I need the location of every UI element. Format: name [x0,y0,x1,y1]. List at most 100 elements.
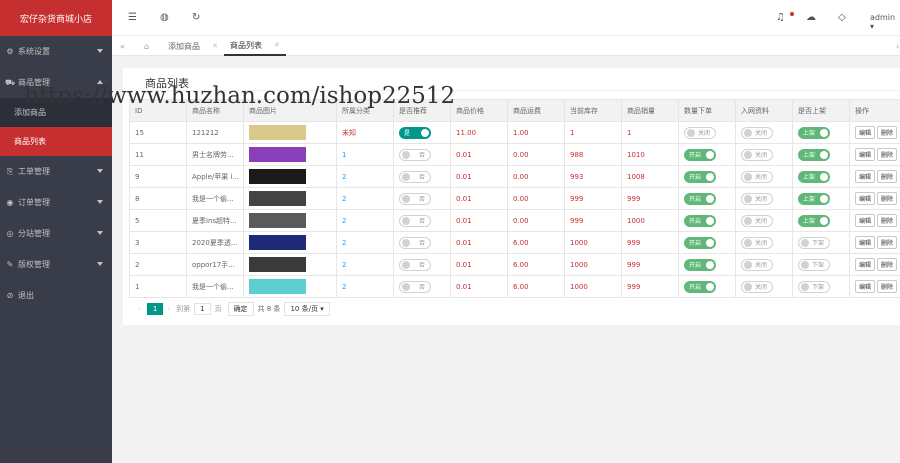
per-page-select[interactable]: 10 条/页 ▾ [284,302,330,316]
toggle-switch[interactable]: 上架 [798,170,830,183]
toggle-switch[interactable]: 关闭 [741,126,774,139]
toggle-switch[interactable]: 开启 [684,170,716,183]
table-cell: 1010 [621,143,679,166]
toggle-switch[interactable]: 否 [399,236,431,249]
edit-button[interactable]: 编辑 [855,236,876,249]
table-cell: 关闭 [735,231,793,254]
delete-button[interactable]: 删除 [877,148,898,161]
sidebar-subitem-1[interactable]: 商品列表 [0,127,112,156]
table-cell: 6.00 [507,231,565,254]
edit-button[interactable]: 编辑 [855,258,876,271]
menu-icon[interactable]: ☰ [128,12,137,23]
edit-button[interactable]: 编辑 [855,280,876,293]
user-menu[interactable]: admin ▾ [870,13,900,31]
edit-button[interactable]: 编辑 [855,192,876,205]
sidebar-item-5[interactable]: ✎ 版权管理 [0,249,112,280]
edit-button[interactable]: 编辑 [855,214,876,227]
product-thumbnail[interactable] [249,213,306,228]
delete-button[interactable]: 删除 [877,192,898,205]
toggle-switch[interactable]: 关闭 [741,236,774,249]
toggle-switch[interactable]: 关闭 [741,214,774,227]
close-icon[interactable]: ✕ [274,41,280,49]
delete-button[interactable]: 删除 [877,170,898,183]
delete-button[interactable]: 删除 [877,258,898,271]
theme-icon[interactable]: ☁ [806,12,816,23]
toggle-switch[interactable]: 关闭 [741,280,774,293]
cell-shipping: 0.00 [513,150,529,159]
toggle-switch[interactable]: 关闭 [741,148,774,161]
sidebar-item-4[interactable]: ◎ 分站管理 [0,218,112,249]
product-thumbnail[interactable] [249,169,306,184]
toggle-switch[interactable]: 关闭 [684,126,717,139]
toggle-switch[interactable]: 开启 [684,192,716,205]
toggle-label: 开启 [689,284,702,291]
page-current[interactable]: 1 [146,303,164,315]
toggle-switch[interactable]: 关闭 [741,192,774,205]
toggle-switch[interactable]: 否 [399,214,431,227]
sidebar-item-1[interactable]: ⛟ 商品管理 [0,67,112,98]
product-thumbnail[interactable] [249,191,306,206]
tab-add-product[interactable]: 添加商品 ✕ [162,36,224,56]
toggle-label: 开启 [689,152,702,159]
toggle-switch[interactable]: 否 [399,280,431,293]
delete-button[interactable]: 删除 [877,126,898,139]
next-page-icon[interactable]: › [167,305,170,313]
edit-button[interactable]: 编辑 [855,148,876,161]
refresh-icon[interactable]: ↻ [192,12,200,23]
toggle-switch[interactable]: 开启 [684,214,716,227]
sidebar-subitem-0[interactable]: 添加商品 [0,98,112,127]
confirm-button[interactable]: 确定 [227,302,254,316]
tab-product-list[interactable]: 商品列表 ✕ [224,36,286,56]
close-icon[interactable]: ✕ [212,42,218,50]
toggle-switch[interactable]: 下架 [798,236,831,249]
sidebar-item-2[interactable]: ⎘ 工单管理 [0,156,112,187]
page-input[interactable]: 1 [194,303,211,315]
toggle-switch[interactable]: 上架 [798,148,830,161]
toggle-switch[interactable]: 上架 [798,126,830,139]
toggle-knob [820,216,828,225]
tag-icon[interactable]: ◇ [838,12,846,23]
product-thumbnail[interactable] [249,125,306,140]
toggle-switch[interactable]: 下架 [798,280,831,293]
toggle-switch[interactable]: 关闭 [741,258,774,271]
toggle-switch[interactable]: 否 [399,170,431,183]
toggle-switch[interactable]: 开启 [684,280,716,293]
toggle-label: 否 [418,174,425,181]
product-thumbnail[interactable] [249,235,306,250]
product-thumbnail[interactable] [249,147,306,162]
prev-page-icon[interactable]: ‹ [138,305,141,313]
bell-icon[interactable]: ♫ [776,12,785,23]
toggle-switch[interactable]: 上架 [798,192,830,205]
notification-dot [790,12,794,16]
toggle-switch[interactable]: 下架 [798,258,831,271]
column-header: 是否推荐 [393,99,451,122]
product-list-card: 商品列表 ID 商品名称 商品图片 所属分类 是否推荐 商品价格 商品运费 当前库存 商品销量数… [123,68,900,325]
sidebar-item-0[interactable]: ⚙ 系统设置 [0,36,112,67]
edit-button[interactable]: 编辑 [855,126,876,139]
product-thumbnail[interactable] [249,257,306,272]
tabs-back-icon[interactable]: « [114,36,131,56]
sidebar-item-3[interactable]: ◉ 订单管理 [0,187,112,218]
toggle-switch[interactable]: 开启 [684,258,716,271]
toggle-switch[interactable]: 关闭 [741,170,774,183]
toggle-switch[interactable]: 开启 [684,236,716,249]
delete-button[interactable]: 删除 [877,236,898,249]
globe-icon[interactable]: ◍ [160,12,169,23]
home-icon[interactable]: ⌂ [138,36,155,56]
toggle-switch[interactable]: 否 [399,148,431,161]
table-cell: 0.01 [450,275,508,298]
delete-button[interactable]: 删除 [877,280,898,293]
table-cell: 关闭 [735,143,793,166]
toggle-switch[interactable]: 上架 [798,214,830,227]
delete-button[interactable]: 删除 [877,214,898,227]
toggle-switch[interactable]: 否 [399,258,431,271]
edit-button[interactable]: 编辑 [855,170,876,183]
toggle-switch[interactable]: 开启 [684,148,716,161]
sidebar-item-6[interactable]: ⊘ 退出 [0,280,112,311]
tabs-forward-icon[interactable]: › [890,36,900,56]
toggle-switch[interactable]: 否 [399,192,431,205]
table-cell: 8 [129,187,187,210]
product-thumbnail[interactable] [249,279,306,294]
toggle-knob [801,260,809,269]
toggle-switch[interactable]: 是 [399,126,431,139]
